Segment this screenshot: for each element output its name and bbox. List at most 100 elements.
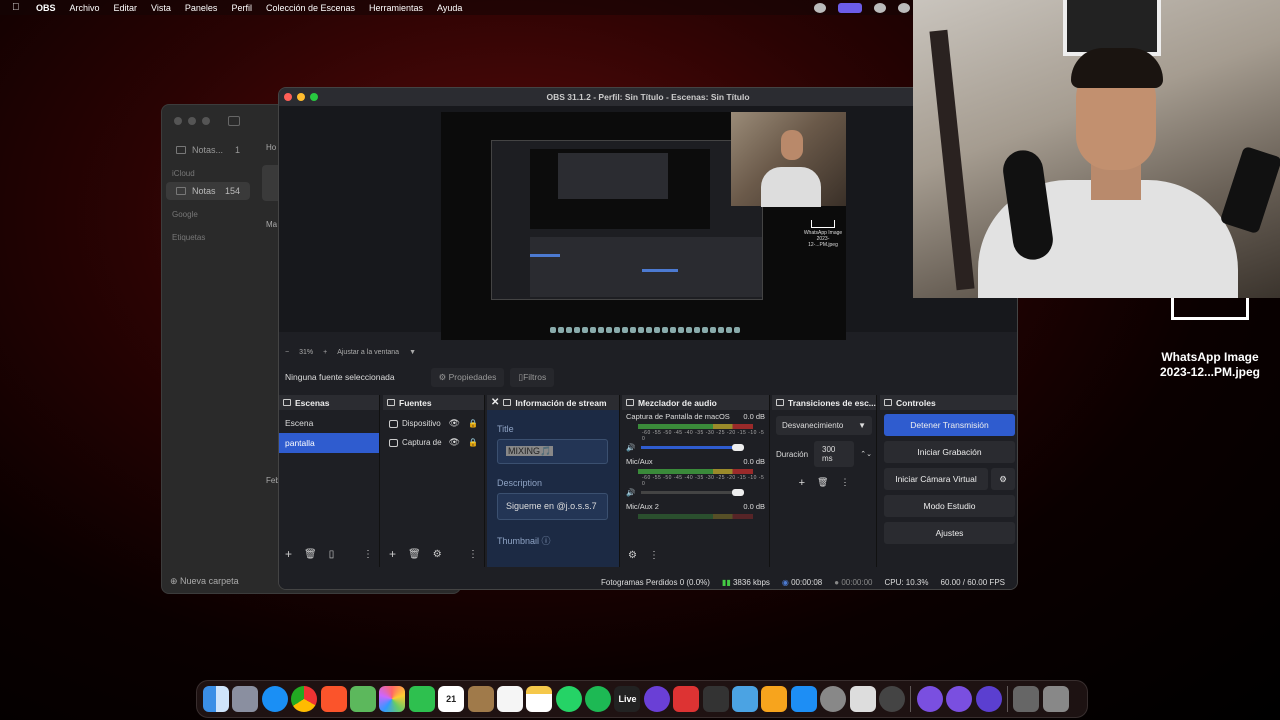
group-google[interactable]: Google (162, 200, 254, 223)
display-icon[interactable] (874, 2, 886, 13)
title-field[interactable]: MIXING🎵 (497, 439, 608, 464)
zoom-in-button[interactable]: + (323, 349, 327, 356)
volume-slider[interactable] (641, 489, 745, 496)
angle-icon[interactable] (673, 686, 700, 712)
menu-paneles[interactable]: Paneles (185, 3, 218, 13)
maps-icon[interactable] (349, 686, 376, 712)
menu-perfil[interactable]: Perfil (231, 3, 252, 13)
zoom-dot[interactable] (202, 117, 210, 125)
filter-icon[interactable]: ▯ (329, 549, 335, 560)
transition-select[interactable]: Desvanecimiento ▼ (776, 416, 872, 435)
notes-icon[interactable] (526, 686, 553, 712)
arc-icon[interactable] (643, 686, 670, 712)
control-center-icon[interactable] (898, 2, 910, 13)
fit-window-label[interactable]: Ajustar a la ventana (337, 349, 399, 356)
paint-icon[interactable] (702, 686, 729, 712)
launchpad-icon[interactable] (232, 686, 259, 712)
info-icon[interactable]: ⓘ (542, 536, 551, 546)
chevron-down-icon[interactable]: ▼ (409, 349, 416, 356)
apple-icon[interactable]:  (12, 2, 22, 13)
spotify-icon[interactable] (585, 686, 612, 712)
gear-icon[interactable]: ⚙ (991, 468, 1015, 490)
downloads-icon[interactable] (1013, 686, 1040, 712)
group-tags[interactable]: Etiquetas (162, 223, 254, 246)
scene-pantalla[interactable]: pantalla (279, 433, 379, 453)
start-recording-button[interactable]: Iniciar Grabación (884, 441, 1015, 463)
menu-archivo[interactable]: Archivo (70, 3, 100, 13)
filters-button[interactable]: ▯Filtros (510, 367, 555, 387)
folder-notas[interactable]: Notas... 1 (166, 141, 250, 159)
close-icon[interactable]: ✕ (491, 397, 499, 408)
activity-icon[interactable] (878, 686, 905, 712)
finder-icon[interactable] (203, 686, 229, 712)
minimize-dot[interactable] (188, 117, 196, 125)
volume-slider[interactable] (641, 444, 745, 451)
menu-app-name[interactable]: OBS (36, 3, 56, 13)
screen-share-icon[interactable] (838, 2, 862, 13)
new-folder-button[interactable]: ⊕ Nueva carpeta (170, 576, 239, 587)
source-item[interactable]: Dispositivo 👁 🔒 (383, 414, 484, 433)
stop-stream-button[interactable]: Detener Transmisión (884, 414, 1015, 436)
description-field[interactable]: Sigueme en @j.o.s.s.7 (497, 493, 608, 520)
trash-icon[interactable]: 🗑 (408, 549, 421, 560)
speaker-icon[interactable]: 🔊 (626, 443, 635, 452)
zoom-dot[interactable] (310, 93, 318, 101)
instruments-icon[interactable] (849, 686, 876, 712)
notes-folder-icon[interactable] (467, 686, 494, 712)
gear-icon[interactable]: ⚙ (433, 549, 442, 560)
trash-icon[interactable] (1042, 686, 1069, 712)
properties-button[interactable]: ⚙ Propiedades (430, 367, 505, 387)
reminders-icon[interactable] (496, 686, 523, 712)
settings-button[interactable]: Ajustes (884, 522, 1015, 544)
close-dot[interactable] (284, 93, 292, 101)
audio-app-icon[interactable] (916, 686, 943, 712)
sidebar-toggle-icon[interactable] (228, 116, 240, 126)
lock-icon[interactable]: 🔒 (468, 438, 478, 447)
zoom-out-button[interactable]: − (285, 349, 289, 356)
source-item[interactable]: Captura de 👁 🔒 (383, 433, 484, 452)
folder-icloud-notas[interactable]: Notas 154 (166, 182, 250, 200)
live-icon[interactable]: Live (614, 686, 641, 712)
menu-ayuda[interactable]: Ayuda (437, 3, 462, 13)
program-preview[interactable]: WhatsApp Image 2023-12-...PM.jpeg (441, 112, 846, 340)
trash-icon[interactable]: 🗑 (304, 549, 317, 560)
menu-editar[interactable]: Editar (114, 3, 138, 13)
more-icon[interactable]: ⋮ (363, 549, 373, 560)
stepper-icon[interactable]: ⌃⌄ (860, 450, 872, 458)
menu-herramientas[interactable]: Herramientas (369, 3, 423, 13)
whatsapp-icon[interactable] (555, 686, 582, 712)
audio-app-3-icon[interactable] (975, 686, 1002, 712)
photos-icon[interactable] (379, 686, 406, 712)
audio-app-2-icon[interactable] (946, 686, 973, 712)
duration-input[interactable]: 300 ms (814, 441, 855, 467)
studio-mode-button[interactable]: Modo Estudio (884, 495, 1015, 517)
eye-icon[interactable]: 👁 (449, 418, 460, 429)
add-source-icon[interactable]: + (389, 547, 396, 561)
preview-area[interactable]: WhatsApp Image 2023-12-...PM.jpeg (279, 106, 1017, 340)
speaker-icon[interactable]: 🔊 (626, 488, 635, 497)
appstore-icon[interactable] (790, 686, 817, 712)
pages-icon[interactable] (761, 686, 788, 712)
scene-escena[interactable]: Escena (279, 413, 379, 433)
add-transition-icon[interactable]: + (799, 477, 805, 489)
close-dot[interactable] (174, 117, 182, 125)
preview-icon[interactable] (732, 686, 759, 712)
more-icon[interactable]: ⋮ (468, 549, 478, 560)
more-icon[interactable]: ⋮ (649, 550, 659, 561)
facetime-icon[interactable] (408, 686, 435, 712)
eye-icon[interactable]: 👁 (449, 437, 460, 448)
lock-icon[interactable]: 🔒 (468, 419, 478, 428)
safari-icon[interactable] (261, 686, 288, 712)
calendar-icon[interactable]: 21 (438, 686, 465, 712)
obs-status-icon[interactable] (814, 2, 826, 13)
advanced-audio-icon[interactable]: ⚙ (628, 550, 637, 561)
menu-vista[interactable]: Vista (151, 3, 171, 13)
brave-icon[interactable] (320, 686, 347, 712)
menu-coleccion[interactable]: Colección de Escenas (266, 3, 355, 13)
settings-icon[interactable] (820, 686, 847, 712)
chrome-icon[interactable] (291, 686, 318, 712)
more-icon[interactable]: ⋮ (840, 477, 849, 489)
virtual-cam-button[interactable]: Iniciar Cámara Virtual (884, 468, 988, 490)
minimize-dot[interactable] (297, 93, 305, 101)
add-scene-icon[interactable]: + (285, 547, 292, 561)
